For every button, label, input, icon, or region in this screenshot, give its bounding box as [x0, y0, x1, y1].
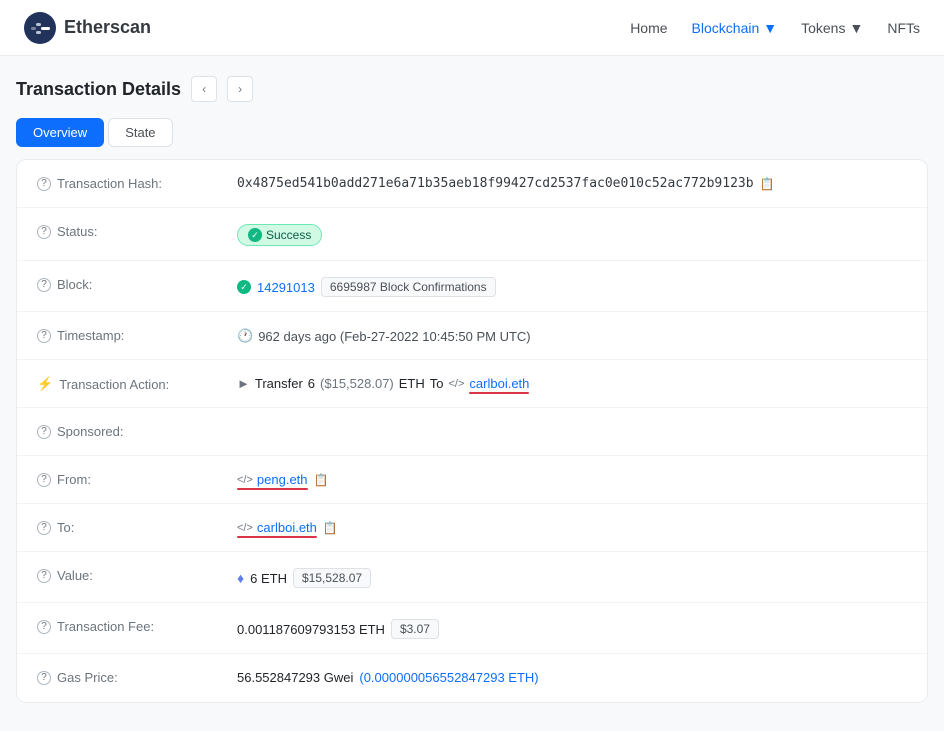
from-value: </> peng.eth 📋: [237, 470, 907, 487]
eth-icon: ♦: [237, 570, 244, 586]
action-transfer-label: Transfer: [255, 376, 303, 391]
page-title: Transaction Details: [16, 79, 181, 100]
action-preposition: To: [430, 376, 444, 391]
block-number-link[interactable]: 14291013: [257, 280, 315, 295]
info-icon: ?: [37, 329, 51, 343]
fee-usd-badge: $3.07: [391, 619, 439, 639]
gas-label: ? Gas Price:: [37, 668, 237, 685]
nav-home[interactable]: Home: [630, 20, 667, 36]
tx-hash-value: 0x4875ed541b0add271e6a71b35aeb18f99427cd…: [237, 174, 907, 191]
to-value: </> carlboi.eth 📋: [237, 518, 907, 535]
block-confirmed-icon: ✓: [237, 280, 251, 294]
action-value: ► Transfer 6 ($15,528.07) ETH To </> car…: [237, 374, 907, 391]
page-header: Transaction Details ‹ ›: [16, 76, 928, 102]
lightning-icon: ⚡: [37, 376, 53, 392]
to-label: ? To:: [37, 518, 237, 535]
copy-icon[interactable]: 📋: [760, 177, 775, 191]
contract-icon: </>: [449, 378, 465, 390]
action-label: ⚡ Transaction Action:: [37, 374, 237, 392]
status-value: Success: [237, 222, 907, 246]
status-label: ? Status:: [37, 222, 237, 239]
info-icon: ?: [37, 278, 51, 292]
block-value: ✓ 14291013 6695987 Block Confirmations: [237, 275, 907, 297]
tx-hash-label: ? Transaction Hash:: [37, 174, 237, 191]
nav-links: Home Blockchain ▼ Tokens ▼ NFTs: [630, 20, 920, 36]
tx-hash-text: 0x4875ed541b0add271e6a71b35aeb18f99427cd…: [237, 176, 754, 191]
status-badge: Success: [237, 224, 322, 246]
row-tx-hash: ? Transaction Hash: 0x4875ed541b0add271e…: [17, 160, 927, 208]
to-contract-icon: </>: [237, 522, 253, 534]
row-fee: ? Transaction Fee: 0.001187609793153 ETH…: [17, 603, 927, 654]
value-label: ? Value:: [37, 566, 237, 583]
etherscan-logo-icon: [24, 12, 56, 44]
block-label: ? Block:: [37, 275, 237, 292]
action-to-link[interactable]: carlboi.eth: [469, 376, 529, 391]
red-underline: [469, 392, 529, 394]
row-status: ? Status: Success: [17, 208, 927, 261]
chevron-down-icon: ▼: [763, 20, 777, 36]
eth-amount: 6 ETH: [250, 571, 287, 586]
row-value: ? Value: ♦ 6 ETH $15,528.07: [17, 552, 927, 603]
tabs-row: Overview State: [16, 118, 928, 147]
from-contract-icon: </>: [237, 474, 253, 486]
gas-content: 56.552847293 Gwei (0.000000056552847293 …: [237, 668, 907, 685]
page-container: Transaction Details ‹ › Overview State ?…: [0, 56, 944, 723]
brand-logo-area[interactable]: Etherscan: [24, 12, 151, 44]
nav-nfts[interactable]: NFTs: [887, 20, 920, 36]
info-icon: ?: [37, 225, 51, 239]
row-timestamp: ? Timestamp: 🕐 962 days ago (Feb-27-2022…: [17, 312, 927, 360]
timestamp-value: 🕐 962 days ago (Feb-27-2022 10:45:50 PM …: [237, 326, 907, 344]
timestamp-label: ? Timestamp:: [37, 326, 237, 343]
copy-icon[interactable]: 📋: [314, 473, 329, 487]
action-arrow-icon: ►: [237, 376, 250, 391]
action-currency: ETH: [399, 376, 425, 391]
row-action: ⚡ Transaction Action: ► Transfer 6 ($15,…: [17, 360, 927, 408]
info-icon: ?: [37, 671, 51, 685]
nav-tokens[interactable]: Tokens ▼: [801, 20, 863, 36]
action-content: ► Transfer 6 ($15,528.07) ETH To </> car…: [237, 376, 529, 391]
action-usd: ($15,528.07): [320, 376, 394, 391]
tab-state[interactable]: State: [108, 118, 172, 147]
nav-blockchain[interactable]: Blockchain ▼: [692, 20, 778, 36]
row-from: ? From: </> peng.eth 📋: [17, 456, 927, 504]
sponsored-value: [237, 422, 907, 424]
sponsored-label: ? Sponsored:: [37, 422, 237, 439]
fee-eth: 0.001187609793153 ETH: [237, 622, 385, 637]
row-gas: ? Gas Price: 56.552847293 Gwei (0.000000…: [17, 654, 927, 702]
value-usd-badge: $15,528.07: [293, 568, 371, 588]
action-amount: 6: [308, 376, 315, 391]
next-arrow-button[interactable]: ›: [227, 76, 253, 102]
fee-content: 0.001187609793153 ETH $3.07: [237, 617, 907, 639]
from-label: ? From:: [37, 470, 237, 487]
info-icon: ?: [37, 473, 51, 487]
prev-arrow-button[interactable]: ‹: [191, 76, 217, 102]
to-address-link[interactable]: </> carlboi.eth: [237, 520, 317, 535]
from-address-link[interactable]: </> peng.eth: [237, 472, 308, 487]
info-icon: ?: [37, 620, 51, 634]
red-underline: [237, 488, 308, 490]
value-content: ♦ 6 ETH $15,528.07: [237, 566, 907, 588]
chevron-down-icon: ▼: [849, 20, 863, 36]
info-icon: ?: [37, 177, 51, 191]
fee-label: ? Transaction Fee:: [37, 617, 237, 634]
row-to: ? To: </> carlboi.eth 📋: [17, 504, 927, 552]
info-icon: ?: [37, 569, 51, 583]
copy-icon[interactable]: 📋: [323, 521, 338, 535]
info-icon: ?: [37, 521, 51, 535]
detail-card: ? Transaction Hash: 0x4875ed541b0add271e…: [16, 159, 928, 703]
navbar: Etherscan Home Blockchain ▼ Tokens ▼ NFT…: [0, 0, 944, 56]
gas-eth: (0.000000056552847293 ETH): [359, 670, 538, 685]
red-underline: [237, 536, 317, 538]
row-block: ? Block: ✓ 14291013 6695987 Block Confir…: [17, 261, 927, 312]
confirmations-badge: 6695987 Block Confirmations: [321, 277, 496, 297]
gas-gwei: 56.552847293 Gwei: [237, 670, 353, 685]
row-sponsored: ? Sponsored:: [17, 408, 927, 456]
info-icon: ?: [37, 425, 51, 439]
tab-overview[interactable]: Overview: [16, 118, 104, 147]
clock-icon: 🕐: [237, 328, 253, 344]
brand-name: Etherscan: [64, 17, 151, 38]
